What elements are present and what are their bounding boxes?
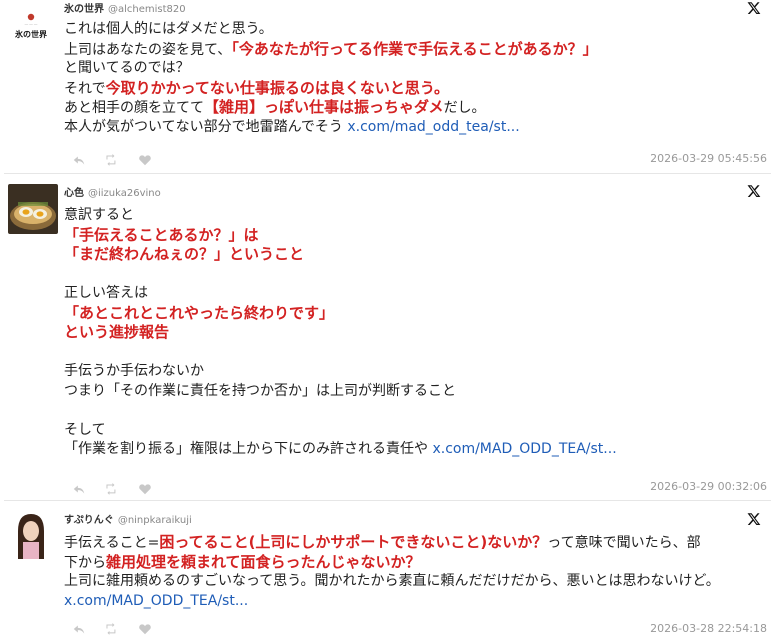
tweet-link[interactable]: x.com/MAD_ODD_TEA/st... [432, 441, 616, 457]
tweet-text: 意訳すると「手伝えることあるか？」は 「まだ終わんねぇの？」ということ 正しい答えは… [64, 206, 770, 460]
reply-icon[interactable] [72, 152, 86, 166]
user-handle[interactable]: @ninpkaraikuji [118, 515, 192, 526]
reply-icon[interactable] [72, 481, 86, 495]
tweet-line: x.com/MAD_ODD_TEA/st... [64, 592, 770, 612]
tweet-line: これは個人的にはダメだと思う。 [64, 20, 770, 40]
heart-icon[interactable] [138, 152, 152, 166]
avatar-person-image [6, 509, 56, 559]
user-handle[interactable]: @alchemist820 [108, 4, 186, 15]
reply-icon[interactable] [72, 621, 86, 635]
tweet-line: 「まだ終わんねぇの？」ということ [64, 245, 770, 265]
avatar[interactable] [6, 509, 56, 559]
tweet-line: 「手伝えることあるか？」は [64, 226, 770, 246]
highlighted-text: 「あとこれとこれやったら終わりです」 [64, 303, 335, 322]
highlighted-text: 「まだ終わんねぇの？」ということ [64, 245, 305, 263]
tweet-line: そして [64, 421, 770, 441]
x-logo-icon[interactable] [747, 0, 763, 16]
svg-text:― ― ―: ― ― ― [25, 22, 38, 26]
x-logo-icon[interactable] [747, 511, 763, 527]
tweet-text: これは個人的にはダメだと思う。 上司はあなたの姿を見て、「今あなたが行ってる作業で… [64, 20, 770, 137]
tweet-line: 意訳すると [64, 206, 770, 226]
avatar-food-image [8, 184, 58, 234]
svg-text:氷の世界: 氷の世界 [14, 29, 48, 39]
retweet-icon[interactable] [104, 621, 118, 635]
body-text: 上司はあなたの姿を見て、 [64, 41, 232, 58]
body-text: と聞いてるのでは？ [64, 60, 190, 76]
tweet-line: 上司はあなたの姿を見て、「今あなたが行ってる作業で手伝えることがあるか？」 [64, 40, 770, 60]
timestamp[interactable]: 2026-03-28 22:54:18 [650, 622, 767, 635]
body-text: 下から [64, 554, 106, 571]
highlighted-text: 困ってること(上司にしかサポートできないこと)ないか？ [159, 533, 548, 551]
highlighted-text: という進捗報告 [64, 323, 170, 341]
tweet-line: 「あとこれとこれやったら終わりです」 [64, 304, 770, 324]
tweet-line [64, 343, 770, 363]
tweet-line [64, 401, 770, 421]
body-text: あと相手の顔を立てて [64, 100, 204, 116]
avatar[interactable] [8, 184, 58, 234]
retweet-icon[interactable] [104, 481, 118, 495]
tweet-line: 上司に雑用頼めるのすごいなって思う。聞かれたから素直に頼んだだけだから、悪いとは… [64, 572, 770, 592]
body-text: 「作業を割り振る」権限は上から下にのみ許される責任や [64, 441, 433, 457]
tweet-line: 下から雑用処理を頼まれて面食らったんじゃないか？ [64, 553, 770, 573]
body-text: 手伝うか手伝わないか [64, 363, 204, 379]
body-text: これは個人的にはダメだと思う。 [64, 21, 273, 37]
username[interactable]: すぷりんぐ [64, 515, 114, 526]
tweet-line: それで今取りかかってない仕事振るのは良くないと思う。 [64, 79, 770, 99]
body-text: 本人が気がついてない部分で地雷踏んでそう [64, 118, 348, 135]
heart-icon[interactable] [138, 481, 152, 495]
x-logo-icon[interactable] [747, 183, 763, 199]
tweet-link[interactable]: x.com/MAD_ODD_TEA/st... [64, 593, 248, 609]
tweet-line: あと相手の顔を立てて【雑用】っぽい仕事は振っちゃダメだし。 [64, 98, 770, 118]
username[interactable]: 心色 [64, 188, 84, 199]
highlighted-text: 「今あなたが行ってる作業で手伝えることがあるか？」 [231, 39, 598, 58]
tweet-card: 心色 @iizuka26vino 意訳すると「手伝えることあるか？」は 「まだ終わん… [0, 176, 779, 498]
retweet-icon[interactable] [104, 152, 118, 166]
tweet-link[interactable]: x.com/mad_odd_tea/st... [347, 119, 519, 135]
username[interactable]: 氷の世界 [64, 4, 104, 15]
tweet-line: 正しい答えは [64, 284, 770, 304]
body-text: 上司に雑用頼めるのすごいなって思う。聞かれたから素直に頼んだだけだから、悪いとは… [64, 573, 720, 589]
highlighted-text: 今取りかかってない仕事振るのは良くないと思う。 [105, 78, 449, 97]
tweet-line: という進捗報告 [64, 323, 770, 343]
highlighted-text: 雑用処理を頼まれて面食らったんじゃないか？ [106, 552, 421, 571]
tweet-header: 心色 @iizuka26vino [64, 184, 161, 199]
highlighted-text: 【雑用】っぽい仕事は振っちゃダメ [204, 98, 444, 116]
body-text: って意味で聞いたら、部 [547, 535, 701, 551]
tweet-text: 手伝えること=困ってること(上司にしかサポートできないこと)ないか？って意味で聞… [64, 533, 770, 611]
avatar-logo-image: ― ― ― 氷の世界 [6, 4, 56, 54]
body-text: 手伝えること= [64, 535, 160, 551]
tweet-line: 「作業を割り振る」権限は上から下にのみ許される責任や x.com/MAD_ODD… [64, 440, 770, 460]
tweet-line: 手伝えること=困ってること(上司にしかサポートできないこと)ないか？って意味で聞… [64, 533, 770, 553]
timestamp[interactable]: 2026-03-29 05:45:56 [650, 152, 767, 165]
heart-icon[interactable] [138, 621, 152, 635]
tweet-header: すぷりんぐ @ninpkaraikuji [64, 511, 192, 526]
body-text: だし。 [443, 100, 486, 116]
body-text: つまり「その作業に責任を持つか否か」は上司が判断すること [64, 382, 456, 399]
tweet-line: 手伝うか手伝わないか [64, 362, 770, 382]
tweet-line: と聞いてるのでは？ [64, 59, 770, 79]
body-text: 意訳すると [64, 207, 134, 223]
tweet-line [64, 265, 770, 285]
tweet-card: ― ― ― 氷の世界 氷の世界 @alchemist820 これは個人的にはダメだ… [0, 0, 779, 172]
tweet-divider [4, 500, 771, 501]
user-handle[interactable]: @iizuka26vino [88, 188, 161, 199]
timestamp[interactable]: 2026-03-29 00:32:06 [650, 480, 767, 493]
avatar[interactable]: ― ― ― 氷の世界 [6, 4, 56, 54]
body-text: それで [64, 80, 106, 97]
tweet-card: すぷりんぐ @ninpkaraikuji 手伝えること=困ってること(上司にしかサ… [0, 503, 779, 641]
tweet-header: 氷の世界 @alchemist820 [64, 0, 186, 15]
body-text: そして [64, 421, 106, 438]
tweet-line: つまり「その作業に責任を持つか否か」は上司が判断すること [64, 382, 770, 402]
tweet-divider [4, 173, 771, 174]
highlighted-text: 「手伝えることあるか？」は [64, 225, 259, 244]
body-text: 正しい答えは [64, 285, 148, 301]
tweet-line: 本人が気がついてない部分で地雷踏んでそう x.com/mad_odd_tea/s… [64, 118, 770, 138]
